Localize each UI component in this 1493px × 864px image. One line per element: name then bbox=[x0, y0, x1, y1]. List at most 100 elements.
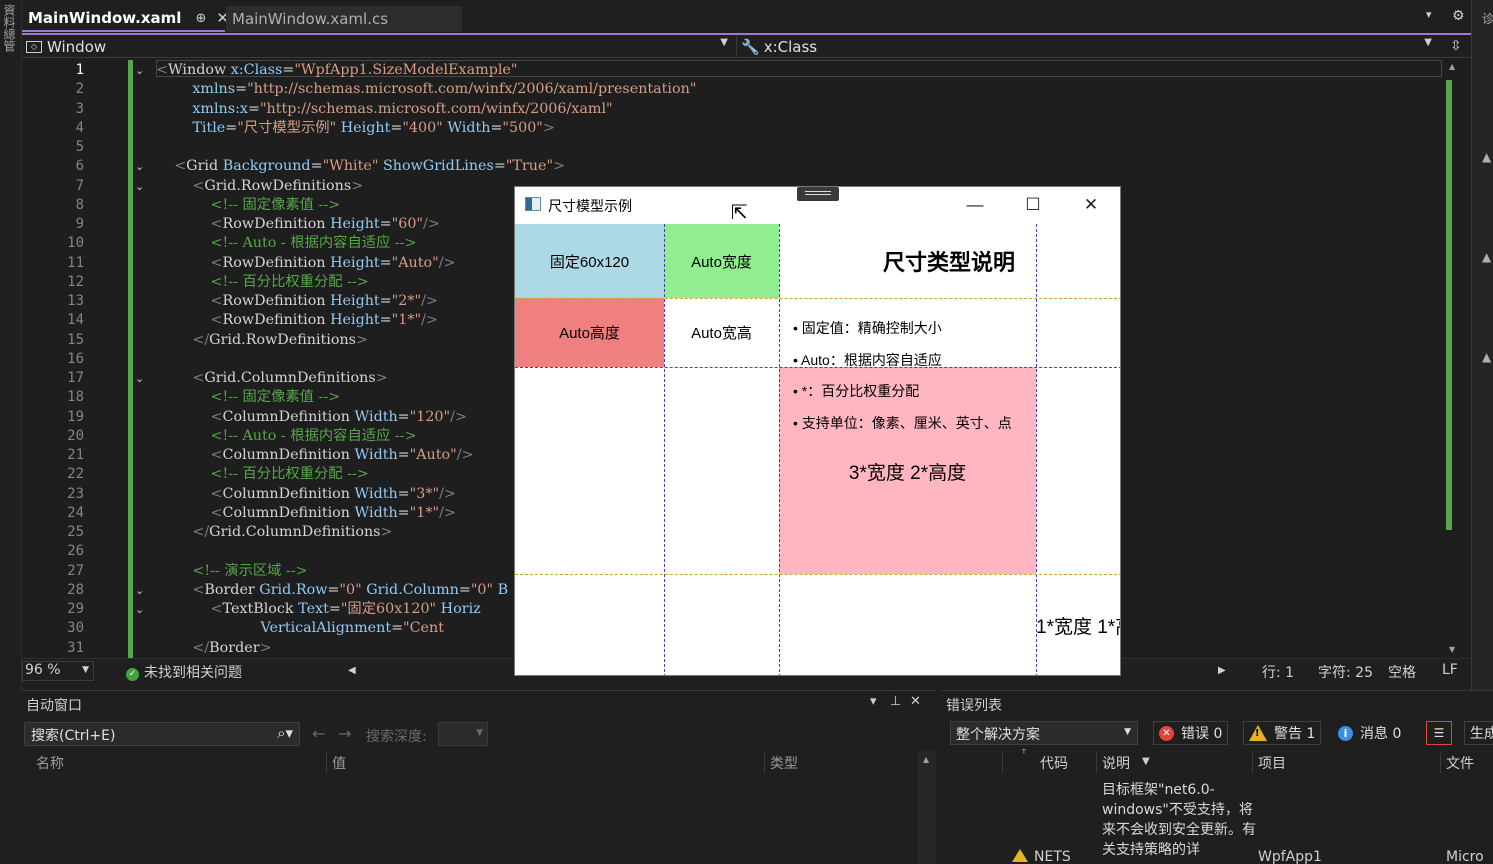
column-separator[interactable] bbox=[1096, 751, 1097, 773]
code-line[interactable]: <!-- Auto - 根据内容自适应 --> bbox=[156, 234, 417, 253]
eol-indicator[interactable]: LF bbox=[1442, 662, 1458, 678]
column-header-project[interactable]: 项目 bbox=[1258, 753, 1286, 773]
editor-vertical-scrollbar[interactable]: ▲ ▼ bbox=[1443, 58, 1463, 658]
fold-chevron-icon[interactable]: ⌄ bbox=[135, 603, 144, 616]
code-line[interactable]: <RowDefinition Height="1*"/> bbox=[156, 311, 438, 330]
code-line[interactable]: xmlns:x="http://schemas.microsoft.com/wi… bbox=[156, 100, 612, 119]
panel-menu-icon[interactable]: ▾ bbox=[870, 694, 877, 709]
solution-explorer-tab[interactable]: 資料總管 bbox=[1, 4, 18, 52]
panel-tab-icon[interactable]: 诊 bbox=[1482, 10, 1493, 27]
forward-arrow-icon[interactable]: → bbox=[338, 724, 351, 743]
code-line[interactable]: </Grid.RowDefinitions> bbox=[156, 331, 368, 350]
scope-dropdown[interactable]: 整个解决方案 ▼ bbox=[950, 721, 1138, 745]
column-header-type[interactable]: 类型 bbox=[770, 753, 798, 773]
code-line[interactable]: <RowDefinition Height="2*"/> bbox=[156, 292, 438, 311]
minimize-button[interactable]: — bbox=[955, 193, 995, 217]
code-line[interactable]: <ColumnDefinition Width="1*"/> bbox=[156, 504, 456, 523]
line-indicator[interactable]: 行: 1 bbox=[1262, 662, 1294, 682]
sort-descending-icon[interactable]: ▼ bbox=[1142, 756, 1150, 767]
toolbox-strip[interactable]: 資料總管 bbox=[0, 0, 22, 690]
column-header-description[interactable]: 说明 bbox=[1102, 753, 1130, 773]
code-line[interactable]: <ColumnDefinition Width="120"/> bbox=[156, 408, 467, 427]
filter-icon[interactable]: ☰ bbox=[1426, 721, 1452, 745]
fold-chevron-icon[interactable]: ⌄ bbox=[135, 180, 144, 193]
column-separator[interactable] bbox=[1252, 751, 1253, 773]
code-line[interactable]: <RowDefinition Height="60"/> bbox=[156, 215, 440, 234]
messages-filter-button[interactable]: i 消息 0 bbox=[1332, 721, 1407, 745]
fold-chevron-icon[interactable]: ⌄ bbox=[135, 372, 144, 385]
error-description[interactable]: 目标框架"net6.0-windows"不受支持，将来不会收到安全更新。有关支持… bbox=[1102, 780, 1262, 860]
column-separator[interactable] bbox=[326, 751, 327, 773]
collapse-arrow-icon[interactable]: ▲ bbox=[1482, 250, 1491, 264]
fold-chevron-icon[interactable]: ⌄ bbox=[135, 584, 144, 597]
search-depth-dropdown[interactable]: ▼ bbox=[438, 722, 488, 746]
code-line[interactable]: <Window x:Class="WpfApp1.SizeModelExampl… bbox=[156, 61, 517, 80]
column-header-code[interactable]: 代码 bbox=[1040, 753, 1068, 773]
code-line[interactable]: <!-- Auto - 根据内容自适应 --> bbox=[156, 427, 417, 446]
code-line[interactable]: <!-- 百分比权重分配 --> bbox=[156, 465, 369, 484]
wpf-preview-window[interactable]: 尺寸模型示例 — ☐ ✕ 固定60x120 Auto宽度 尺寸类型说明 Auto… bbox=[514, 186, 1121, 676]
code-line[interactable]: <!-- 固定像素值 --> bbox=[156, 196, 341, 215]
code-line[interactable]: <!-- 百分比权重分配 --> bbox=[156, 273, 369, 292]
code-line[interactable]: <!-- 固定像素值 --> bbox=[156, 388, 341, 407]
error-file-cell[interactable]: Micro bbox=[1446, 849, 1484, 864]
pin-icon[interactable]: ⊕ bbox=[195, 11, 206, 26]
tab-mainwindow-xaml-cs[interactable]: MainWindow.xaml.cs bbox=[226, 6, 462, 32]
build-filter-dropdown[interactable]: 生成 bbox=[1464, 721, 1493, 745]
column-header-file[interactable]: 文件 bbox=[1446, 753, 1474, 773]
issues-indicator[interactable]: ✓ 未找到相关问题 bbox=[126, 662, 242, 682]
code-line[interactable]: <ColumnDefinition Width="3*"/> bbox=[156, 485, 456, 504]
maximize-button[interactable]: ☐ bbox=[1013, 193, 1053, 217]
column-separator[interactable] bbox=[764, 751, 765, 773]
collapse-arrow-icon[interactable]: ▲ bbox=[1482, 150, 1491, 164]
code-line[interactable]: VerticalAlignment="Cent bbox=[156, 619, 444, 638]
column-separator[interactable] bbox=[1002, 751, 1003, 773]
scrollbar-thumb[interactable] bbox=[1446, 80, 1452, 530]
collapse-arrow-icon[interactable]: ▲ bbox=[1482, 350, 1491, 364]
search-input[interactable]: 搜索(Ctrl+E) ⌕▾ bbox=[24, 722, 300, 746]
suppression-state-icon[interactable]: ᵀ bbox=[1022, 749, 1026, 760]
window-title-bar[interactable]: 尺寸模型示例 — ☐ ✕ bbox=[515, 187, 1120, 223]
split-editor-icon[interactable]: ⇳ bbox=[1450, 38, 1462, 54]
autos-scrollbar[interactable]: ▲ bbox=[918, 751, 936, 864]
xaml-debug-toolbar-grip[interactable] bbox=[797, 187, 839, 201]
code-line[interactable]: <Grid.ColumnDefinitions> bbox=[156, 369, 387, 388]
type-dropdown[interactable]: ◇ Window ▼ bbox=[26, 36, 732, 58]
scroll-down-icon[interactable]: ▼ bbox=[1449, 645, 1455, 654]
search-icon[interactable]: ⌕▾ bbox=[277, 724, 293, 742]
code-line[interactable]: xmlns="http://schemas.microsoft.com/winf… bbox=[156, 80, 696, 99]
column-separator[interactable] bbox=[1440, 751, 1441, 773]
errors-filter-button[interactable]: ✕ 错误 0 bbox=[1153, 721, 1229, 745]
chevron-down-icon[interactable]: ▾ bbox=[1426, 8, 1432, 21]
code-line[interactable]: <TextBlock Text="固定60x120" Horiz bbox=[156, 600, 481, 619]
close-icon[interactable]: ✕ bbox=[910, 694, 921, 709]
error-code-cell[interactable]: NETS bbox=[1012, 849, 1071, 864]
code-line[interactable]: <Border Grid.Row="0" Grid.Column="0" B bbox=[156, 581, 508, 600]
column-header-name[interactable]: 名称 bbox=[36, 753, 64, 773]
warnings-filter-button[interactable]: ! 警告 1 bbox=[1243, 721, 1322, 745]
code-line[interactable]: <!-- 演示区域 --> bbox=[156, 562, 307, 581]
scroll-up-icon[interactable]: ▲ bbox=[923, 755, 929, 764]
member-dropdown[interactable]: 🔧 x:Class ▼ bbox=[736, 36, 1436, 58]
fold-chevron-icon[interactable]: ⌄ bbox=[135, 64, 144, 77]
code-line[interactable]: <Grid.RowDefinitions> bbox=[156, 177, 363, 196]
code-line[interactable]: <RowDefinition Height="Auto"/> bbox=[156, 254, 456, 273]
gear-icon[interactable]: ⚙ bbox=[1452, 8, 1465, 24]
code-line[interactable]: Title="尺寸模型示例" Height="400" Width="500"> bbox=[156, 119, 555, 138]
column-header-value[interactable]: 值 bbox=[332, 753, 346, 773]
code-line[interactable]: <Grid Background="White" ShowGridLines="… bbox=[156, 157, 565, 176]
zoom-dropdown[interactable]: 96 % ▼ bbox=[22, 661, 94, 681]
error-project-cell[interactable]: WpfApp1 bbox=[1258, 849, 1322, 864]
scroll-right-icon[interactable]: ▶ bbox=[1218, 665, 1226, 676]
window-close-button[interactable]: ✕ bbox=[1071, 193, 1111, 217]
whitespace-indicator[interactable]: 空格 bbox=[1388, 662, 1416, 682]
code-line[interactable]: </Border> bbox=[156, 639, 271, 658]
tab-mainwindow-xaml[interactable]: MainWindow.xaml ⊕ ✕ bbox=[22, 6, 229, 32]
code-line[interactable]: <ColumnDefinition Width="Auto"/> bbox=[156, 446, 474, 465]
char-indicator[interactable]: 字符: 25 bbox=[1318, 662, 1373, 682]
pin-icon[interactable]: ⊥ bbox=[890, 694, 901, 709]
back-arrow-icon[interactable]: ← bbox=[312, 724, 325, 743]
fold-chevron-icon[interactable]: ⌄ bbox=[135, 160, 144, 173]
code-line[interactable]: </Grid.ColumnDefinitions> bbox=[156, 523, 392, 542]
scroll-left-icon[interactable]: ◀ bbox=[348, 665, 356, 676]
